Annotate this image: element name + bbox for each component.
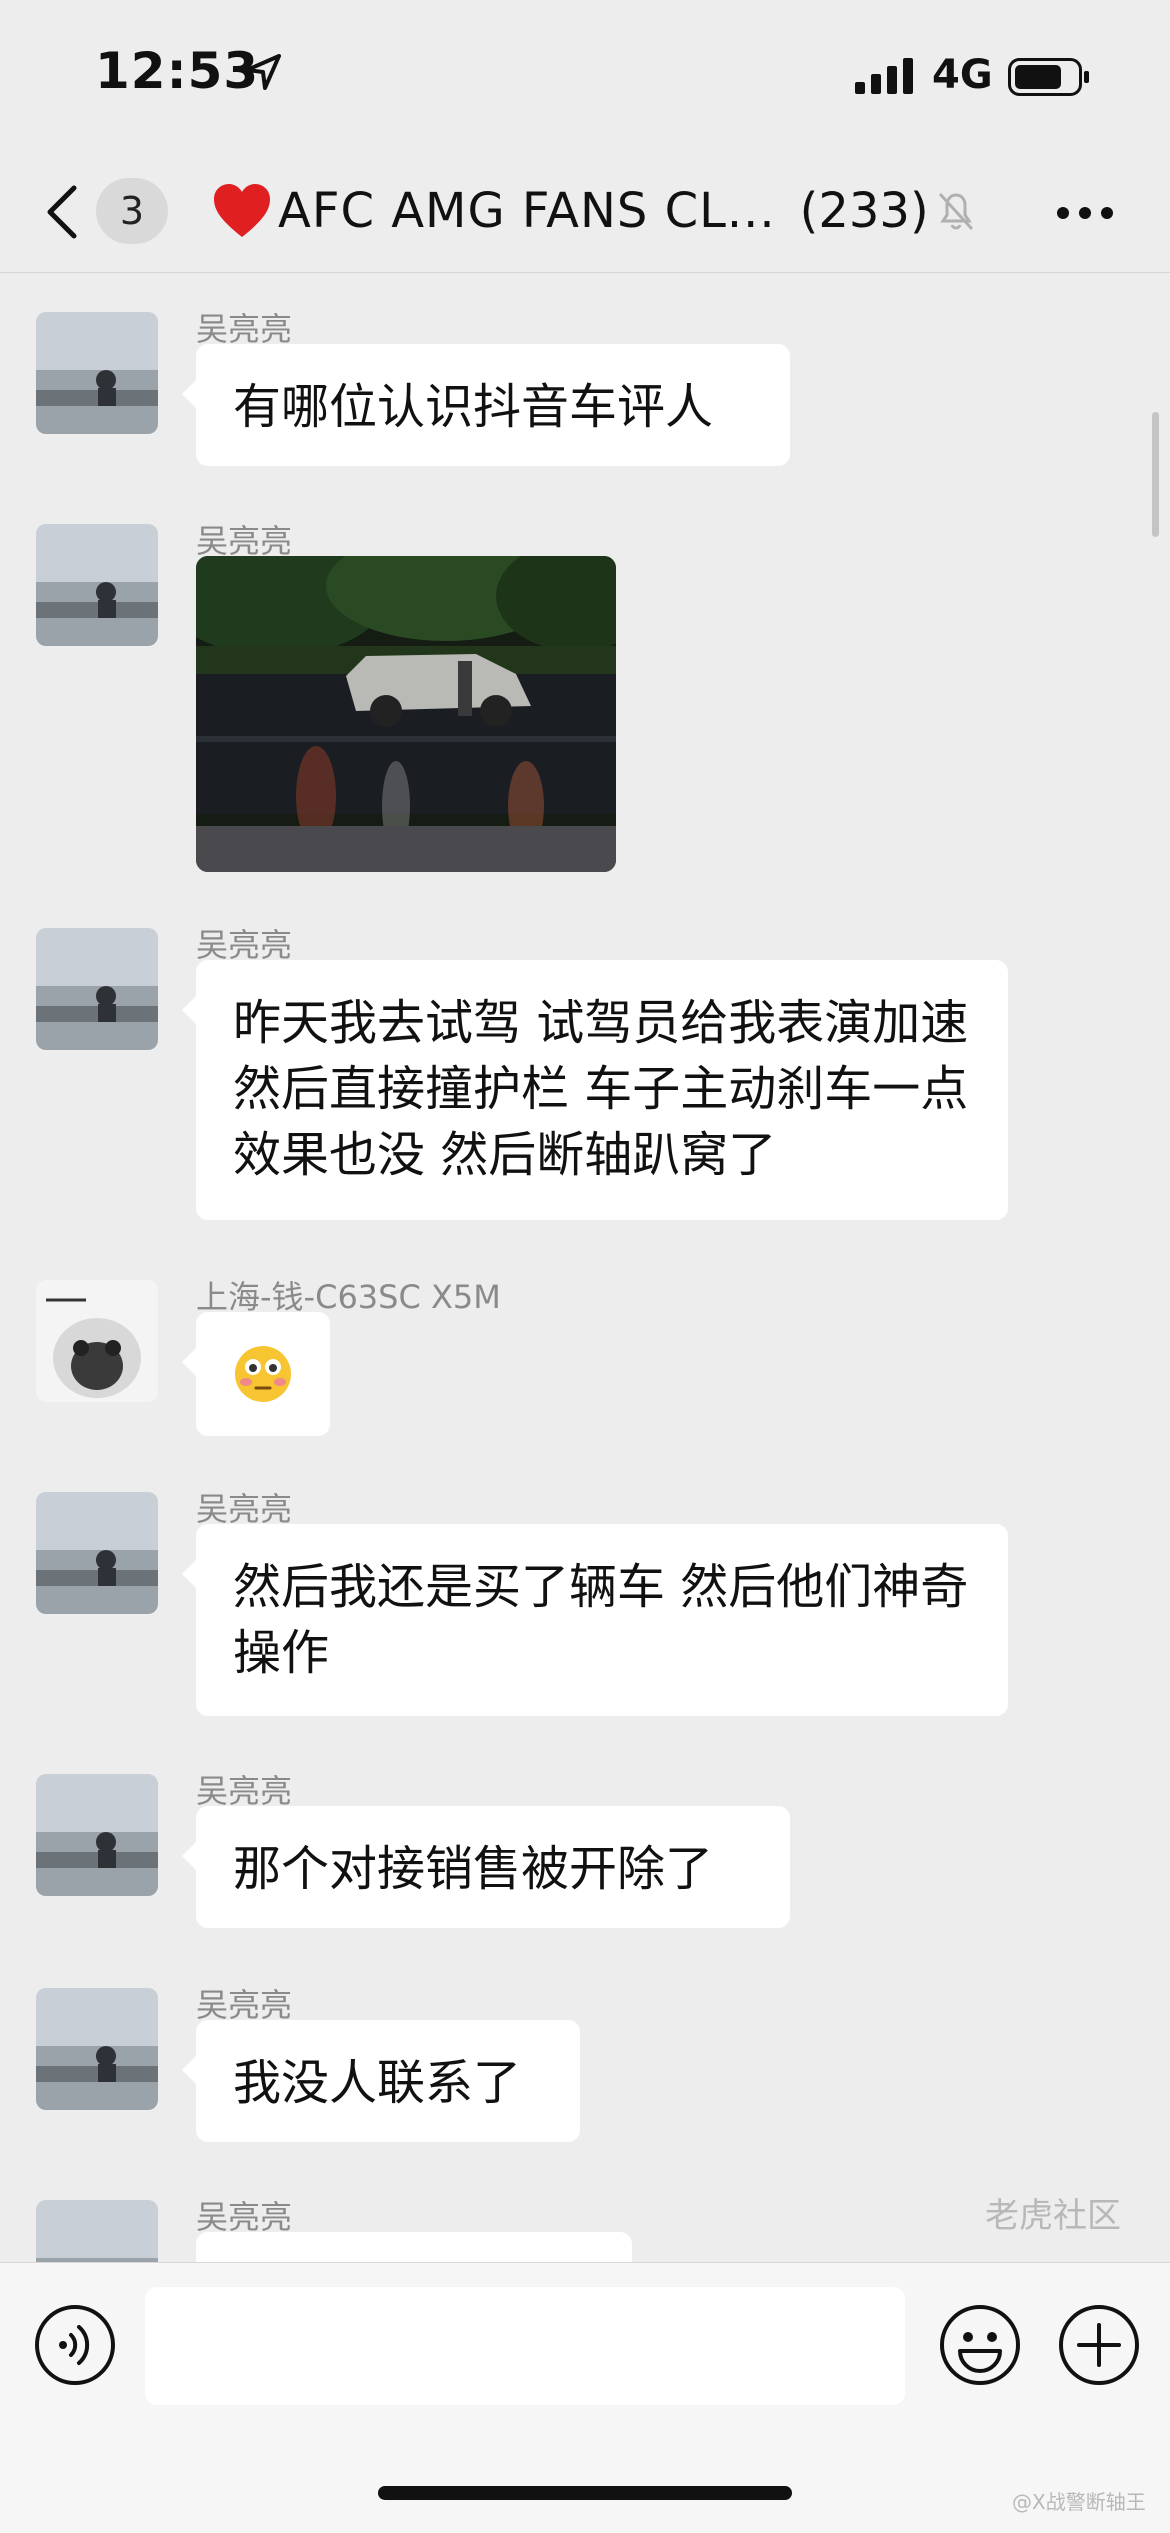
message-bubble[interactable] xyxy=(196,2232,632,2262)
message-list[interactable]: 吴亮亮 有哪位认识抖音车评人 吴亮亮 吴亮亮 昨天我去试驾 试驾员给我表演加速 … xyxy=(0,272,1170,2262)
avatar[interactable] xyxy=(36,2200,158,2262)
message-bubble[interactable]: 然后我还是买了辆车 然后他们神奇操作 xyxy=(182,1524,1008,1716)
input-bar xyxy=(0,2262,1170,2533)
plus-icon[interactable] xyxy=(1057,2303,1141,2387)
message-bubble[interactable]: 我没人联系了 xyxy=(182,2020,580,2142)
avatar[interactable] xyxy=(36,928,158,1050)
watermark: 老虎社区 xyxy=(985,2196,1121,2236)
flushed-emoji-icon xyxy=(235,1346,291,1402)
status-bar: 12:53 4G xyxy=(0,0,1170,150)
home-indicator[interactable] xyxy=(378,2486,792,2500)
cellular-signal-icon xyxy=(855,58,913,94)
chat-title-group[interactable]: AFC AMG FANS CL... (233) xyxy=(212,178,977,244)
unread-count-badge[interactable]: 3 xyxy=(96,178,168,244)
message-bubble[interactable]: 有哪位认识抖音车评人 xyxy=(182,344,790,466)
avatar[interactable] xyxy=(36,1988,158,2110)
avatar[interactable] xyxy=(36,1492,158,1614)
back-chevron-icon[interactable] xyxy=(42,182,82,242)
watermark-handle: @X战警断轴王 xyxy=(1012,2490,1146,2514)
status-time: 12:53 xyxy=(95,42,260,100)
location-arrow-icon xyxy=(245,54,281,90)
chat-header: 3 AFC AMG FANS CL... (233) xyxy=(0,150,1170,273)
network-type: 4G xyxy=(932,52,993,98)
avatar[interactable] xyxy=(36,1280,158,1402)
emoji-icon[interactable] xyxy=(938,2303,1022,2387)
message-bubble[interactable]: 那个对接销售被开除了 xyxy=(182,1806,790,1928)
heart-icon xyxy=(214,184,270,237)
message-bubble[interactable]: 昨天我去试驾 试驾员给我表演加速 然后直接撞护栏 车子主动刹车一点效果也没 然后… xyxy=(182,960,1008,1220)
battery-icon xyxy=(1008,58,1089,96)
avatar[interactable] xyxy=(36,524,158,646)
scrollbar[interactable] xyxy=(1152,412,1159,537)
mute-bell-icon xyxy=(938,192,973,231)
emoji-bubble[interactable] xyxy=(182,1312,330,1436)
message-photo[interactable] xyxy=(196,556,616,872)
voice-input-icon[interactable] xyxy=(33,2303,117,2387)
message-input[interactable] xyxy=(145,2287,905,2405)
avatar[interactable] xyxy=(36,312,158,434)
chat-title: AFC AMG FANS CL... xyxy=(278,183,776,239)
member-count: (233) xyxy=(799,183,929,239)
more-options-icon[interactable] xyxy=(1055,205,1115,221)
avatar[interactable] xyxy=(36,1774,158,1896)
